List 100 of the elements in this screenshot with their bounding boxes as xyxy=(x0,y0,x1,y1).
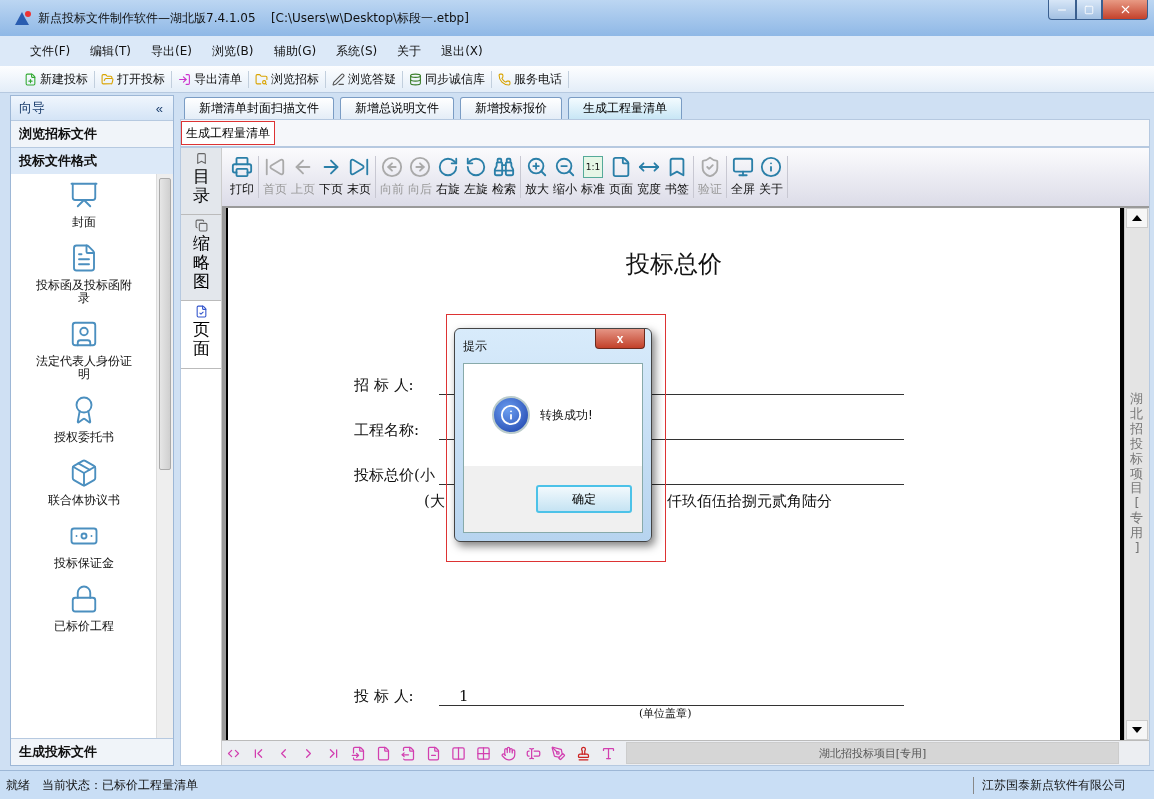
toolbar-button[interactable]: 同步诚信库 xyxy=(403,70,492,88)
binoculars-icon xyxy=(493,156,515,178)
side-tab[interactable]: 页面 xyxy=(181,301,221,369)
monitor-icon xyxy=(732,156,754,178)
page-check-icon xyxy=(194,305,208,319)
viewer-tool-button[interactable]: 下页 xyxy=(317,156,345,198)
sidebar-item[interactable]: 法定代表人身份证明 xyxy=(33,355,134,381)
hand-icon[interactable] xyxy=(501,745,516,761)
maximize-icon xyxy=(1084,4,1094,15)
viewer-tool-button[interactable]: 全屏 xyxy=(729,156,757,198)
menu-item[interactable]: 辅助(G) xyxy=(273,42,317,60)
scroll-thumb[interactable] xyxy=(159,178,171,470)
viewer-tool-button[interactable]: 左旋 xyxy=(462,156,490,198)
folder-icon xyxy=(101,72,114,86)
last-page-icon xyxy=(348,156,370,178)
pen-icon xyxy=(332,72,345,86)
viewer-tool-button[interactable]: 右旋 xyxy=(434,156,462,198)
viewer-tool-button[interactable]: 缩小 xyxy=(551,156,579,198)
seal-note: (单位盖章) xyxy=(639,706,693,721)
font-icon[interactable] xyxy=(601,745,616,761)
toolbar-button[interactable]: 浏览答疑 xyxy=(326,70,403,88)
viewer-tool-button[interactable]: 宽度 xyxy=(635,156,663,198)
tab[interactable]: 生成工程量清单 xyxy=(568,97,682,119)
page-icon[interactable] xyxy=(426,745,441,761)
app-logo-icon xyxy=(14,10,32,26)
down-triangle-icon xyxy=(1132,727,1142,733)
arrow-icon xyxy=(178,72,191,86)
sidebar-item[interactable]: 投标保证金 xyxy=(53,557,114,570)
sidebar-item[interactable]: 投标函及投标函附录 xyxy=(33,279,134,305)
toolbar-button[interactable]: 打开投标 xyxy=(95,70,172,88)
viewer-tool-button[interactable]: 打印 xyxy=(228,156,256,198)
viewer-tool-button[interactable]: 关于 xyxy=(757,156,785,198)
sidebar-item[interactable]: 联合体协议书 xyxy=(47,494,120,507)
zoom-out-icon xyxy=(554,156,576,178)
toolbar-button[interactable]: 浏览招标 xyxy=(249,70,326,88)
shield-icon xyxy=(699,156,721,178)
status-text: 当前状态：已标价工程量清单 xyxy=(41,776,199,794)
field-label: (大 xyxy=(424,492,445,511)
sidebar-section[interactable]: 生成投标文件 xyxy=(11,738,173,765)
amount-text: 仟玖佰伍拾捌元贰角陆分 xyxy=(666,492,832,511)
actual-size-icon: 1:1 xyxy=(583,156,603,178)
menu-item[interactable]: 关于 xyxy=(397,42,422,60)
menu-item[interactable]: 系统(S) xyxy=(336,42,378,60)
field-label: 投 标 人: xyxy=(354,687,415,706)
maximize-button[interactable] xyxy=(1076,0,1102,20)
menu-item[interactable]: 文件(F) xyxy=(30,42,71,60)
menu-item[interactable]: 退出(X) xyxy=(441,42,483,60)
sidebar-title: 向导 xyxy=(19,99,45,117)
toolbar-button[interactable]: 导出清单 xyxy=(172,70,249,88)
first-page-icon xyxy=(264,156,286,178)
status-text: 就绪 xyxy=(5,776,31,794)
viewer-tool-button[interactable]: 末页 xyxy=(345,156,373,198)
file-plus-icon xyxy=(24,72,37,86)
printer-icon xyxy=(231,156,253,178)
viewer-tool-button[interactable]: 放大 xyxy=(523,156,551,198)
viewer-tool-button[interactable]: 页面 xyxy=(607,156,635,198)
page-icon[interactable] xyxy=(401,745,416,761)
toolbar-button[interactable]: 新建投标 xyxy=(18,70,95,88)
tab[interactable]: 新增总说明文件 xyxy=(340,97,454,119)
sidebar-item[interactable]: 授权委托书 xyxy=(53,431,114,444)
side-tab[interactable]: 缩略图 xyxy=(181,215,221,302)
scroll-up-button[interactable] xyxy=(1126,208,1148,228)
toolbar-button[interactable]: 服务电话 xyxy=(492,70,569,88)
sidebar-section[interactable]: 浏览招标文件 xyxy=(11,120,173,147)
menu-item[interactable]: 导出(E) xyxy=(150,42,192,60)
viewer-tool-button[interactable]: 书签 xyxy=(663,156,691,198)
pen-icon[interactable] xyxy=(551,745,566,761)
grid-icon[interactable] xyxy=(476,745,491,761)
page-icon[interactable] xyxy=(376,745,391,761)
sidebar-item[interactable]: 已标价工程 xyxy=(53,620,114,633)
scroll-down-button[interactable] xyxy=(1126,720,1148,740)
sub-tab[interactable]: 生成工程量清单 xyxy=(181,121,275,145)
forward-circle-icon xyxy=(409,156,431,178)
stamp-icon[interactable] xyxy=(576,745,591,761)
close-button[interactable]: x xyxy=(595,329,645,349)
pages-icon xyxy=(194,219,208,233)
sidebar-item[interactable]: 封面 xyxy=(71,216,96,229)
watermark-text: 湖北招投标项目[专用] xyxy=(1129,391,1145,557)
side-tab[interactable]: 目录 xyxy=(181,148,221,216)
menu-item[interactable]: 编辑(T) xyxy=(90,42,131,60)
tab[interactable]: 新增投标报价 xyxy=(460,97,562,119)
bookmark-icon xyxy=(194,152,208,165)
columns-icon[interactable] xyxy=(451,745,466,761)
window-title: 新点投标文件制作软件—湖北版7.4.1.05 [C:\Users\w\Desktop\标段一.etbp] xyxy=(38,9,470,27)
info-icon xyxy=(492,396,530,434)
fill-in-line: 1 xyxy=(439,687,904,706)
company-name: 江苏国泰新点软件有限公司 xyxy=(973,776,1134,794)
viewer-tool-button[interactable]: 1:1 标准 xyxy=(579,156,607,198)
tab[interactable]: 新增清单封面扫描文件 xyxy=(184,97,334,119)
collapse-button[interactable]: « xyxy=(155,100,163,116)
page-icon[interactable] xyxy=(351,745,366,761)
menu-item[interactable]: 浏览(B) xyxy=(211,42,254,60)
close-button[interactable] xyxy=(1102,0,1148,20)
rotate-right-icon xyxy=(437,156,459,178)
viewer-tool-button[interactable]: 检索 xyxy=(490,156,518,198)
text-select-icon[interactable] xyxy=(526,745,541,761)
sidebar-section[interactable]: 投标文件格式 xyxy=(11,147,173,174)
minimize-button[interactable] xyxy=(1048,0,1076,20)
zoom-in-icon xyxy=(526,156,548,178)
ok-button[interactable]: 确定 xyxy=(536,485,632,513)
